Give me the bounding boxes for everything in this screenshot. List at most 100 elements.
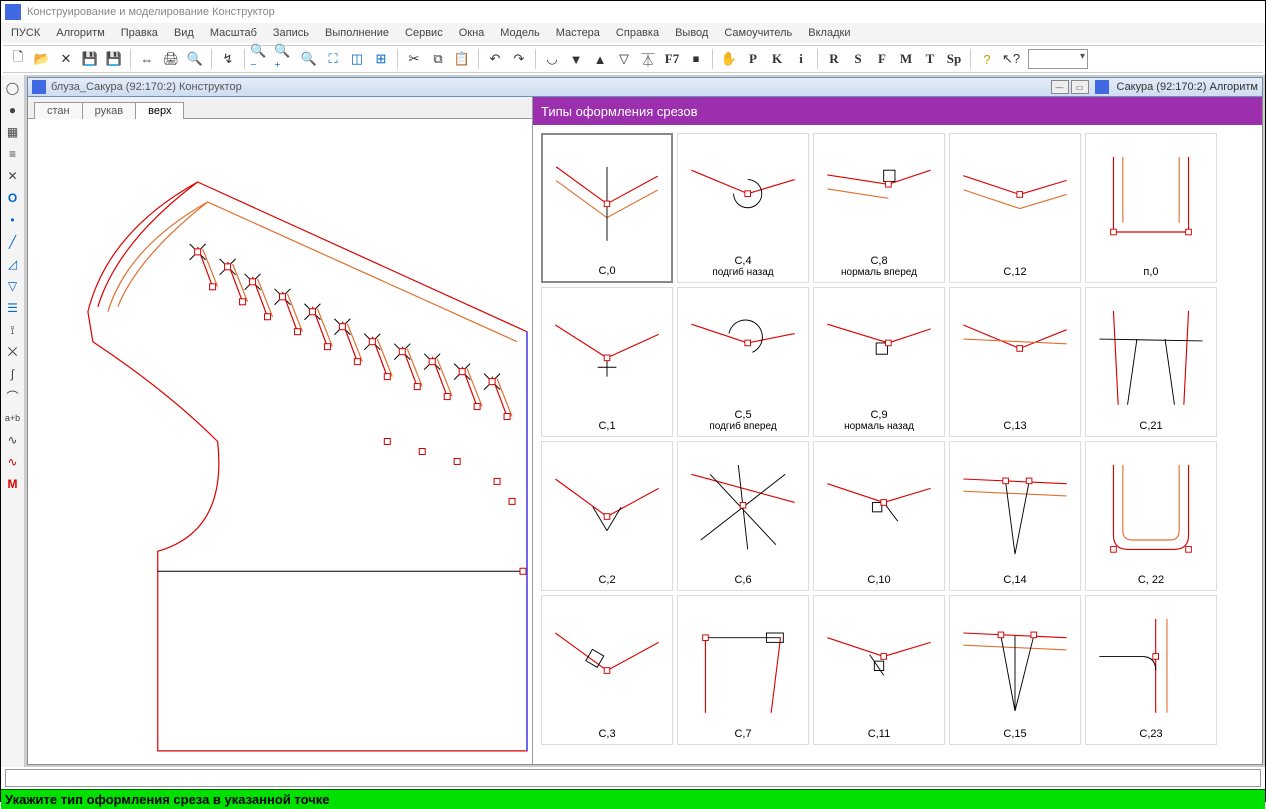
new-icon[interactable]: 🗋 (7, 48, 29, 70)
copy-icon[interactable]: ⧉ (427, 48, 449, 70)
measure-tool[interactable]: ⟟ (3, 321, 23, 339)
seam-type-cell[interactable]: С,2 (541, 441, 673, 591)
preview-icon[interactable]: 🔍 (184, 48, 206, 70)
zoom-100-icon[interactable]: ⊞ (370, 48, 392, 70)
s-button[interactable]: S (847, 48, 869, 70)
seam-type-cell[interactable]: С,10 (813, 441, 945, 591)
tri-down-icon[interactable]: ▽ (613, 48, 635, 70)
menu-окна[interactable]: Окна (451, 25, 493, 41)
redo-icon[interactable]: ↷ (508, 48, 530, 70)
menu-выполнение[interactable]: Выполнение (317, 25, 397, 41)
seam-type-cell[interactable]: С,5подгиб вперед (677, 287, 809, 437)
seam-type-cell[interactable]: С,7 (677, 595, 809, 745)
seam-type-cell[interactable]: С,14 (949, 441, 1081, 591)
seam-type-cell[interactable]: С,23 (1085, 595, 1217, 745)
k-button[interactable]: K (766, 48, 788, 70)
seam-type-cell[interactable]: С,0 (541, 133, 673, 283)
formula-tool[interactable]: a+b (3, 409, 23, 427)
paste-icon[interactable]: 📋 (451, 48, 473, 70)
menu-правка[interactable]: Правка (113, 25, 166, 41)
tab-верх[interactable]: верх (135, 102, 184, 119)
command-input[interactable] (5, 769, 1261, 787)
pattern-canvas[interactable] (28, 119, 532, 764)
zoom-fit-icon[interactable]: 🔍 (298, 48, 320, 70)
save-icon[interactable]: 💾 (79, 48, 101, 70)
menu-мастера[interactable]: Мастера (548, 25, 608, 41)
arc-icon[interactable]: ◡ (541, 48, 563, 70)
seam-type-cell[interactable]: С,12 (949, 133, 1081, 283)
polygon-tool[interactable]: ▽ (3, 277, 23, 295)
seam-type-cell[interactable]: С, 22 (1085, 441, 1217, 591)
zoom-window-icon[interactable]: ⛶ (322, 48, 344, 70)
menu-сервис[interactable]: Сервис (397, 25, 451, 41)
menu-вкладки[interactable]: Вкладки (800, 25, 858, 41)
save-red-icon[interactable]: 💾 (103, 48, 125, 70)
open-icon[interactable]: 📂 (31, 48, 53, 70)
flag-icon[interactable]: ⏹ (685, 48, 707, 70)
arc-tool[interactable]: ⌒ (3, 387, 23, 405)
seam-type-cell[interactable]: С,13 (949, 287, 1081, 437)
maximize-button[interactable]: ▭ (1071, 80, 1089, 94)
sp-button[interactable]: Sp (943, 48, 965, 70)
i-button[interactable]: i (790, 48, 812, 70)
m-button[interactable]: M (895, 48, 917, 70)
angle-tool[interactable]: ◿ (3, 255, 23, 273)
cross-tool[interactable]: ⨉ (3, 343, 23, 361)
menu-справка[interactable]: Справка (608, 25, 667, 41)
group-icon[interactable]: ▦ (3, 123, 23, 141)
undo-icon[interactable]: ↶ (484, 48, 506, 70)
p-button[interactable]: P (742, 48, 764, 70)
cut-icon[interactable]: ✂ (403, 48, 425, 70)
seam-type-cell[interactable]: С,15 (949, 595, 1081, 745)
m-tool[interactable]: M (3, 475, 23, 493)
seam-type-cell[interactable]: С,21 (1085, 287, 1217, 437)
seam-type-cell[interactable]: С,11 (813, 595, 945, 745)
seam-type-cell[interactable]: п,0 (1085, 133, 1217, 283)
menu-алгоритм[interactable]: Алгоритм (48, 25, 113, 41)
r-button[interactable]: R (823, 48, 845, 70)
whats-this-icon[interactable]: ↖? (1000, 48, 1022, 70)
seam-type-cell[interactable]: С,4подгиб назад (677, 133, 809, 283)
menu-запись[interactable]: Запись (265, 25, 317, 41)
t-button[interactable]: T (919, 48, 941, 70)
seam-type-cell[interactable]: С,3 (541, 595, 673, 745)
minimize-button[interactable]: — (1051, 80, 1069, 94)
menu-вид[interactable]: Вид (166, 25, 202, 41)
zoom-in-icon[interactable]: 🔍⁺ (274, 48, 296, 70)
help-icon[interactable]: ? (976, 48, 998, 70)
zoom-dashed-icon[interactable]: ◫ (346, 48, 368, 70)
point-tool[interactable]: • (3, 211, 23, 229)
seam-type-cell[interactable]: С,9нормаль назад (813, 287, 945, 437)
tri-bar-icon[interactable]: ⏄ (637, 48, 659, 70)
circle-icon[interactable]: ◯ (3, 79, 23, 97)
hand-icon[interactable]: ✋ (718, 48, 740, 70)
menu-масштаб[interactable]: Масштаб (202, 25, 265, 41)
o-tool[interactable]: O (3, 189, 23, 207)
list-icon[interactable]: ≡ (3, 145, 23, 163)
close-icon[interactable]: ✕ (55, 48, 77, 70)
tri-up-icon[interactable]: ▼ (565, 48, 587, 70)
zoom-out-icon[interactable]: 🔍⁻ (250, 48, 272, 70)
dot-icon[interactable]: ● (3, 101, 23, 119)
seam-type-cell[interactable]: С,8нормаль вперед (813, 133, 945, 283)
line-tool[interactable]: ╱ (3, 233, 23, 251)
tab-рукав[interactable]: рукав (82, 102, 137, 119)
menu-пуск[interactable]: ПУСК (3, 25, 48, 41)
toolbar-combo[interactable] (1028, 49, 1088, 69)
cursor-icon[interactable]: ↯ (217, 48, 239, 70)
flip-icon[interactable]: ⇔ (136, 48, 158, 70)
stack-tool[interactable]: ☰ (3, 299, 23, 317)
tab-стан[interactable]: стан (34, 102, 83, 119)
print-icon[interactable]: 🖨 (160, 48, 182, 70)
f7-button[interactable]: F7 (661, 48, 683, 70)
tri-solid-icon[interactable]: ▲ (589, 48, 611, 70)
f-button[interactable]: F (871, 48, 893, 70)
menu-модель[interactable]: Модель (492, 25, 547, 41)
wave-tool[interactable]: ∿ (3, 431, 23, 449)
menu-самоучитель[interactable]: Самоучитель (716, 25, 800, 41)
curve-tool[interactable]: ∫ (3, 365, 23, 383)
seam-type-cell[interactable]: С,1 (541, 287, 673, 437)
seam-type-cell[interactable]: С,6 (677, 441, 809, 591)
menu-вывод[interactable]: Вывод (667, 25, 716, 41)
zigzag-tool[interactable]: ∿ (3, 453, 23, 471)
